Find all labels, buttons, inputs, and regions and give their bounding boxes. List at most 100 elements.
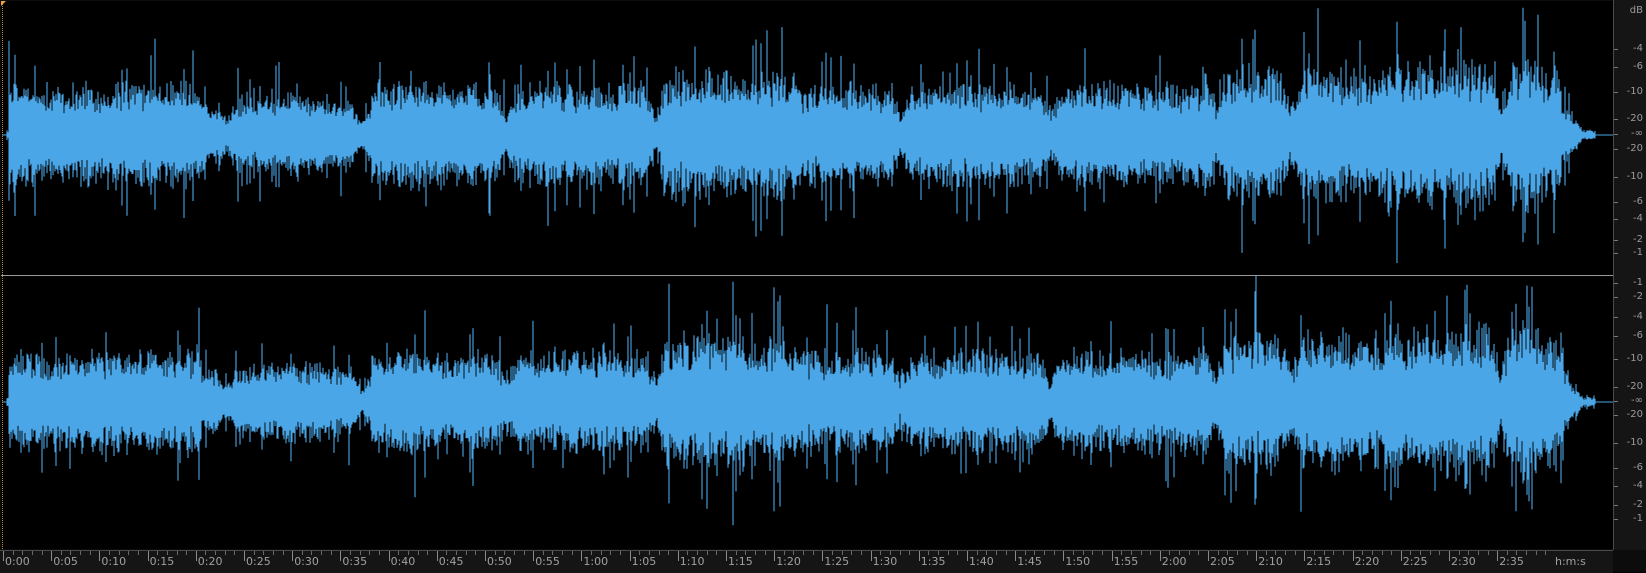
time-minor-tick <box>417 551 419 555</box>
db-scale-label: -10 <box>1626 353 1643 364</box>
waveform-editor: dB -4 -6 -10 -20 -∞ -20 -10 -6 -4 -2 -1 -1 -2 -4 -6 -10… <box>0 0 1646 573</box>
time-minor-tick <box>957 551 959 555</box>
db-scale-label: -6 <box>1633 196 1643 207</box>
time-minor-tick <box>571 551 573 555</box>
time-major-tick <box>388 551 390 561</box>
db-scale-label: -10 <box>1626 86 1643 97</box>
left-channel-track[interactable] <box>1 1 1613 275</box>
time-minor-tick <box>1198 551 1200 555</box>
db-tick <box>1614 336 1618 337</box>
time-major-tick <box>1304 551 1306 561</box>
time-major-tick <box>1256 551 1258 561</box>
time-label: 0:15 <box>149 555 175 568</box>
time-minor-tick <box>137 551 139 555</box>
time-label: 1:20 <box>776 555 801 568</box>
time-minor-tick <box>1140 551 1142 555</box>
db-tick <box>1614 443 1618 444</box>
db-scale-label: -10 <box>1626 171 1643 182</box>
db-scale-label: -∞ <box>1631 395 1643 406</box>
right-channel-track[interactable] <box>1 276 1613 549</box>
time-minor-tick <box>764 551 766 555</box>
time-label: 1:30 <box>872 555 898 568</box>
db-scale-label: -20 <box>1626 113 1643 124</box>
time-major-tick <box>1063 551 1065 561</box>
time-minor-tick <box>562 551 564 555</box>
db-tick <box>1614 219 1618 220</box>
db-scale-label: -∞ <box>1631 128 1643 139</box>
time-label: 0:25 <box>246 555 271 568</box>
left-channel-waveform <box>2 7 1613 263</box>
time-major-tick <box>1400 551 1402 561</box>
db-scale-label: -1 <box>1633 247 1643 258</box>
time-minor-tick <box>1053 551 1055 555</box>
db-scale-label: -4 <box>1633 480 1643 491</box>
time-major-tick <box>918 551 920 561</box>
playhead-line[interactable] <box>2 1 3 549</box>
playhead-marker-icon[interactable] <box>1 1 6 6</box>
time-minor-tick <box>1005 551 1007 555</box>
time-major-tick <box>581 551 583 561</box>
db-tick <box>1614 134 1618 135</box>
time-minor-tick <box>1236 551 1238 555</box>
right-channel-waveform <box>2 276 1613 526</box>
time-ruler[interactable]: h:m:s 0:00 0:05 0:10 0:15 0:20 0:25 0:30 0:35 0:… <box>0 550 1613 573</box>
time-label: 2:10 <box>1258 555 1283 568</box>
db-scale-label: -4 <box>1633 43 1643 54</box>
db-tick <box>1614 519 1618 520</box>
db-tick <box>1614 202 1618 203</box>
time-minor-tick <box>706 551 708 555</box>
time-minor-tick <box>31 551 33 555</box>
time-major-tick <box>822 551 824 561</box>
time-major-tick <box>774 551 776 561</box>
time-major-tick <box>244 551 245 561</box>
time-minor-tick <box>475 551 477 555</box>
db-tick <box>1614 359 1618 360</box>
time-minor-tick <box>1044 551 1046 555</box>
time-major-tick <box>677 551 679 561</box>
db-scale-label: -6 <box>1633 61 1643 72</box>
db-scale-label: -6 <box>1633 330 1643 341</box>
db-tick <box>1614 149 1618 150</box>
amplitude-ruler[interactable]: dB -4 -6 -10 -20 -∞ -20 -10 -6 -4 -2 -1 -1 -2 -4 -6 -10… <box>1613 0 1646 550</box>
db-tick <box>1614 317 1618 318</box>
time-label: 2:30 <box>1451 555 1476 568</box>
db-tick <box>1614 415 1618 416</box>
time-label: 0:10 <box>101 555 127 568</box>
time-label: 1:15 <box>728 555 753 568</box>
db-tick <box>1614 67 1618 68</box>
db-tick <box>1614 240 1618 241</box>
time-major-tick <box>99 551 101 561</box>
time-label: 0:35 <box>342 555 368 568</box>
time-minor-tick <box>1101 551 1103 555</box>
time-minor-tick <box>658 551 660 555</box>
waveform-display[interactable] <box>1 1 1615 549</box>
db-tick <box>1614 119 1618 120</box>
time-minor-tick <box>1092 551 1094 555</box>
time-minor-tick <box>330 551 332 555</box>
time-label: 1:00 <box>583 555 609 568</box>
time-major-tick <box>726 551 727 561</box>
db-scale-label: -1 <box>1633 277 1643 288</box>
time-minor-tick <box>803 551 805 555</box>
db-scale-label: -4 <box>1633 213 1643 224</box>
db-unit-label: dB <box>1629 5 1643 16</box>
time-major-tick <box>1015 551 1017 561</box>
time-minor-tick <box>1246 551 1248 555</box>
time-label: 1:25 <box>824 555 850 568</box>
time-minor-tick <box>1439 551 1441 555</box>
time-minor-tick <box>1391 551 1393 555</box>
time-minor-tick <box>610 551 612 555</box>
time-label: 1:35 <box>920 555 946 568</box>
time-minor-tick <box>89 551 91 555</box>
time-major-tick <box>870 551 872 561</box>
time-minor-tick <box>427 551 429 555</box>
db-tick <box>1614 297 1618 298</box>
time-label: 0:50 <box>487 555 512 568</box>
time-major-tick <box>967 551 968 561</box>
db-tick <box>1614 387 1618 388</box>
time-major-tick <box>1449 551 1450 561</box>
db-tick <box>1614 177 1618 178</box>
waveform-path <box>6 276 1596 526</box>
time-major-tick <box>3 551 4 561</box>
time-label: 2:05 <box>1210 555 1235 568</box>
